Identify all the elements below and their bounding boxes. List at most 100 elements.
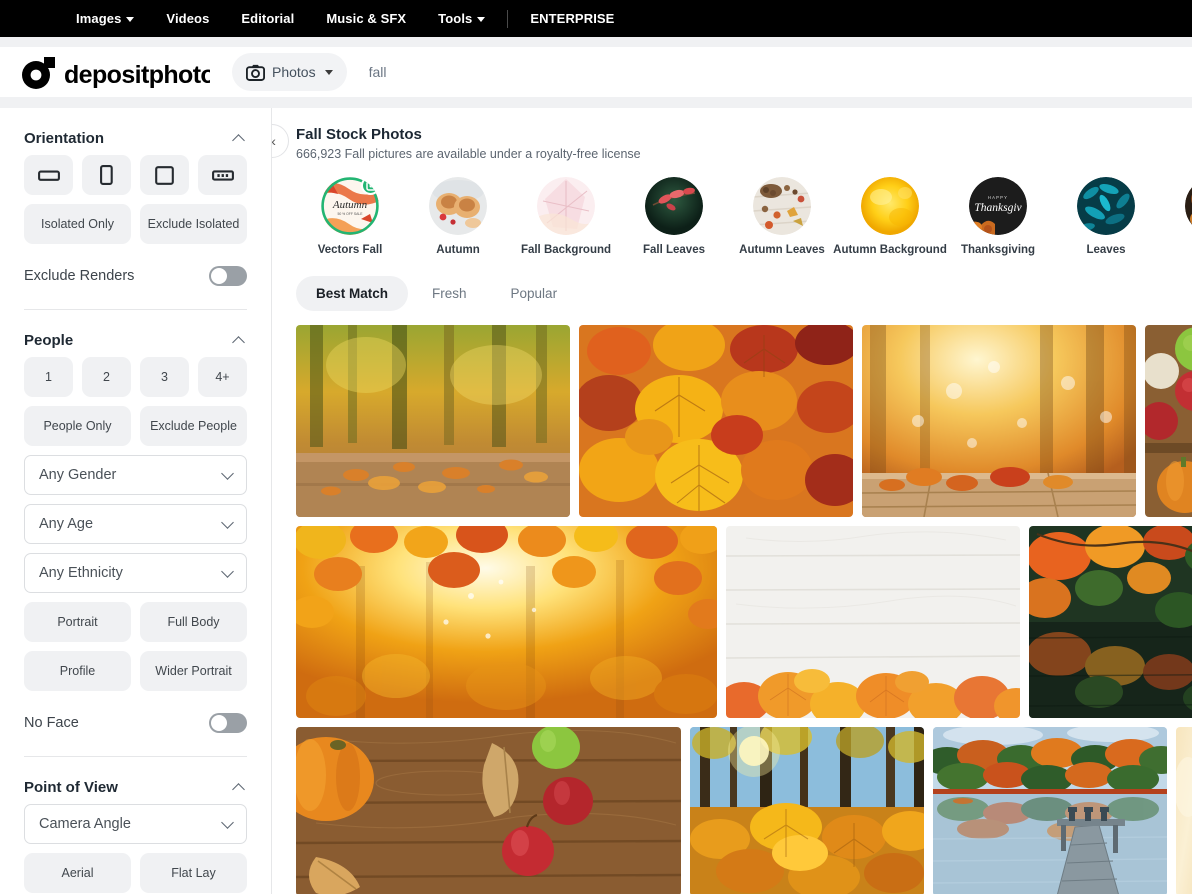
filter-aerial-button[interactable]: Aerial [24,853,131,893]
orientation-square-button[interactable] [140,155,189,195]
filter-profile-button[interactable]: Profile [24,651,131,691]
sidebar-section-people-header[interactable]: People [24,310,247,357]
nav-item-label: Tools [438,11,473,26]
header-top-strip [0,37,1192,47]
orientation-horizontal-button[interactable] [24,155,73,195]
tab-best-match[interactable]: Best Match [296,276,409,311]
result-thumbnail-sunlit-autumn-forest-wood-deck[interactable] [862,325,1136,517]
chevron-up-icon [232,783,245,796]
people-count-1-button[interactable]: 1 [24,357,73,397]
pill-label: Isolated Only [41,217,114,231]
category-item-autumn[interactable]: Autumn [404,177,512,256]
result-thumbnail-pumpkin-apples-on-wood-boards[interactable] [296,727,681,894]
header-bottom-strip [0,97,1192,108]
pill-label: Portrait [57,615,98,629]
sidebar-section-orientation-header[interactable]: Orientation [24,108,247,155]
pill-label: Flat Lay [171,866,216,880]
results-count-subtitle: 666,923 Fall pictures are available unde… [296,147,641,161]
orientation-panoramic-button[interactable] [198,155,247,195]
tab-fresh[interactable]: Fresh [412,276,487,311]
results-main: « Fall Stock Photos 666,923 Fall picture… [272,108,1192,894]
ethnicity-select[interactable]: Any Ethnicity [24,553,247,593]
chevron-down-icon [221,515,234,529]
result-thumbnail-apples-pumpkin-crate[interactable] [1145,325,1192,517]
vector-badge-icon [361,177,379,195]
pill-label: Full Body [167,615,220,629]
filter-exclude-isolated-button[interactable]: Exclude Isolated [140,204,247,244]
chevron-down-icon [221,815,234,829]
filter-exclude-people-button[interactable]: Exclude People [140,406,247,446]
category-label: Fall Background [520,244,612,256]
result-thumbnail-white-wood-planks-with-leaves[interactable] [726,526,1020,718]
tab-label: Fresh [432,286,467,301]
category-thumbnail [537,177,595,235]
toggle-label: Exclude Renders [24,268,135,284]
people-count-4plus-button[interactable]: 4+ [198,357,247,397]
svg-text:Autumn: Autumn [332,199,368,211]
result-thumbnail-sunlight-forest-fallen-leaves[interactable] [690,727,924,894]
filter-flat-lay-button[interactable]: Flat Lay [140,853,247,893]
orientation-isolation-row: Isolated Only Exclude Isolated [24,204,247,244]
exclude-renders-row: Exclude Renders [24,253,247,299]
filter-wider-portrait-button[interactable]: Wider Portrait [140,651,247,691]
category-item-autumn-leaves[interactable]: Autumn Leaves [728,177,836,256]
age-select[interactable]: Any Age [24,504,247,544]
category-item-autumn-background[interactable]: Autumn Background [833,177,947,256]
nav-item-images[interactable]: Images [60,0,150,37]
search-type-selector[interactable]: Photos [232,53,347,91]
page-title: Fall Stock Photos [296,126,422,143]
people-framing-row-1: Portrait Full Body [24,602,247,642]
result-thumbnail-cream-paper-background[interactable] [1176,727,1192,894]
people-count-3-button[interactable]: 3 [140,357,189,397]
category-thumbnail [645,177,703,235]
category-item-leaves[interactable]: Leaves [1052,177,1160,256]
result-thumbnail-autumn-trees-reflected-in-lake[interactable] [1029,526,1192,718]
nav-item-videos[interactable]: Videos [150,0,225,37]
svg-text:Thanksgiv: Thanksgiv [974,202,1022,214]
category-label: Vectors Fall [317,244,383,256]
filter-full-body-button[interactable]: Full Body [140,602,247,642]
chevron-down-icon [126,17,135,22]
result-thumbnail-lake-dock-autumn-foliage[interactable] [933,727,1167,894]
filter-people-only-button[interactable]: People Only [24,406,131,446]
nav-item-label: Music & SFX [326,11,407,26]
chevron-down-icon [221,564,234,578]
category-item-vectors-fall[interactable]: Autumn 50 % OFF SALE Vectors Fall [296,177,404,256]
category-thumbnail: HAPPY Thanksgiv [969,177,1027,235]
category-label: Thanksgiving [960,244,1036,256]
results-row [296,727,1192,894]
search-header: depositphotos Photos [0,47,1192,97]
filter-portrait-button[interactable]: Portrait [24,602,131,642]
gender-select[interactable]: Any Gender [24,455,247,495]
orientation-icon-row [24,155,247,195]
results-row [296,325,1192,517]
depositphotos-logo[interactable]: depositphotos [20,55,210,89]
category-item-fall-background[interactable]: Fall Background [512,177,620,256]
search-input[interactable] [368,64,769,80]
category-label: Autumn Background [833,244,947,256]
camera-angle-select[interactable]: Camera Angle [24,804,247,844]
category-carousel[interactable]: Autumn 50 % OFF SALE Vectors Fall Autumn… [296,177,1192,258]
category-item-thanksgiving[interactable]: HAPPY Thanksgiv Thanksgiving [944,177,1052,256]
pill-label: Exclude People [150,419,237,433]
category-item-fall-leaves[interactable]: Fall Leaves [620,177,728,256]
category-item-fa-partial[interactable]: Fa [1160,177,1192,256]
category-thumbnail [861,177,919,235]
no-face-toggle[interactable] [209,713,247,733]
result-thumbnail-orange-maple-leaves-closeup[interactable] [579,325,853,517]
nav-item-music-sfx[interactable]: Music & SFX [310,0,422,37]
nav-item-editorial[interactable]: Editorial [225,0,310,37]
result-thumbnail-autumn-forest-wooden-table[interactable] [296,325,570,517]
nav-item-tools[interactable]: Tools [422,0,501,37]
sidebar-section-point-of-view-header[interactable]: Point of View [24,757,247,804]
result-thumbnail-sunburst-through-autumn-leaves[interactable] [296,526,717,718]
filters-sidebar: Orientation Isolated Only Exclude Isolat… [0,108,272,894]
people-count-2-button[interactable]: 2 [82,357,131,397]
filter-isolated-only-button[interactable]: Isolated Only [24,204,131,244]
exclude-renders-toggle[interactable] [209,266,247,286]
tab-popular[interactable]: Popular [491,276,578,311]
nav-item-enterprise[interactable]: ENTERPRISE [514,0,630,37]
nav-item-label: Videos [166,11,210,26]
orientation-vertical-button[interactable] [82,155,131,195]
section-title: Orientation [24,130,105,147]
